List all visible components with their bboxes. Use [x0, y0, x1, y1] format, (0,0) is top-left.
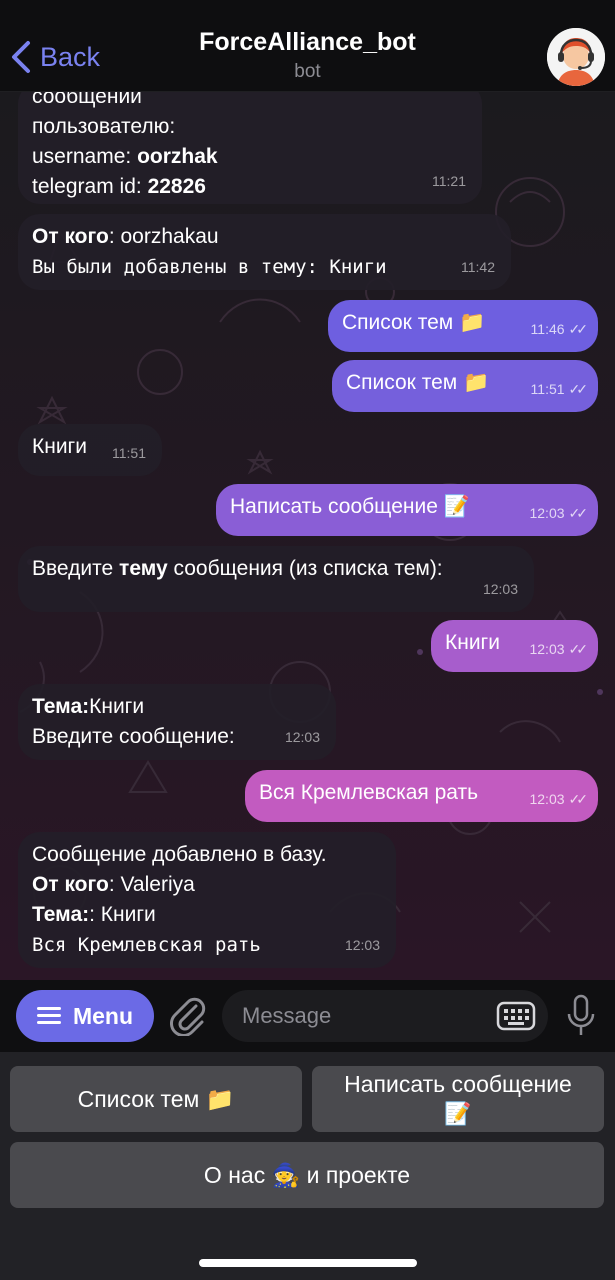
- message-time: 11:46 ✓✓: [530, 321, 589, 337]
- double-check-icon: ✓✓: [568, 381, 589, 397]
- chat-title: ForceAlliance_bot: [199, 28, 416, 56]
- message-time: 12:03 ✓✓: [529, 505, 589, 521]
- button-label: О нас 🧙 и проекте: [203, 1162, 411, 1188]
- memo-icon: 📝: [444, 1101, 472, 1126]
- message-placeholder: Message: [242, 1003, 332, 1028]
- message-time: 12:03: [482, 581, 518, 597]
- incoming-message[interactable]: Сообщение добавлено в базу. От кого: Val…: [18, 832, 396, 968]
- chat-title-block[interactable]: ForceAlliance_bot bot: [0, 28, 615, 83]
- message-time: 11:21: [432, 173, 466, 189]
- message-time: 12:03 ✓✓: [529, 791, 589, 807]
- home-indicator: [199, 1259, 417, 1267]
- incoming-message[interactable]: Введите тему сообщения (из списка тем): …: [18, 546, 534, 612]
- double-check-icon: ✓✓: [568, 505, 589, 521]
- outgoing-message[interactable]: Список тем 📁 11:51 ✓✓: [332, 360, 598, 412]
- keyboard-button-write-message[interactable]: Написать сообщение 📝: [312, 1066, 604, 1132]
- message-time: 11:51: [112, 445, 146, 461]
- outgoing-message[interactable]: Написать сообщение 📝 12:03 ✓✓: [216, 484, 598, 536]
- message-time: 12:03: [284, 729, 320, 745]
- input-bar: Menu Message: [0, 980, 615, 1052]
- incoming-message[interactable]: От кого: oorzhakau Вы были добавлены в т…: [18, 214, 511, 290]
- incoming-message[interactable]: Книги 11:51: [18, 424, 162, 476]
- outgoing-message[interactable]: Вся Кремлевская рать 12:03 ✓✓: [245, 770, 598, 822]
- message-list[interactable]: сообщении пользователю: username: oorzha…: [0, 92, 615, 980]
- keyboard-button-topic-list[interactable]: Список тем 📁: [10, 1066, 302, 1132]
- message-line: Тема:: Книги: [32, 903, 156, 926]
- message-line: Введите сообщение:: [32, 725, 235, 748]
- message-line: Тема:Книги: [32, 695, 145, 718]
- microphone-icon[interactable]: [566, 994, 596, 1038]
- double-check-icon: ✓✓: [568, 641, 589, 657]
- message-line: От кого: oorzhakau: [32, 225, 219, 248]
- message-time: 12:03: [344, 937, 380, 953]
- double-check-icon: ✓✓: [568, 321, 589, 337]
- message-line: Сообщение добавлено в базу.: [32, 843, 327, 866]
- outgoing-message[interactable]: Список тем 📁 11:46 ✓✓: [328, 300, 598, 352]
- message-time: 11:51 ✓✓: [530, 381, 589, 397]
- message-line: Вся Кремлевская рать: [32, 934, 261, 956]
- message-text: Список тем 📁: [346, 371, 490, 394]
- incoming-message[interactable]: сообщении пользователю: username: oorzha…: [18, 92, 482, 204]
- bot-avatar[interactable]: [547, 28, 605, 86]
- message-text: Вся Кремлевская рать: [259, 781, 479, 804]
- message-line: От кого: Valeriya: [32, 873, 195, 896]
- message-text: Книги: [32, 435, 87, 458]
- menu-label: Menu: [72, 1002, 134, 1029]
- message-line: пользователю:: [32, 115, 176, 138]
- keyboard-button-about[interactable]: О нас 🧙 и проекте: [10, 1142, 604, 1208]
- message-input[interactable]: Message: [222, 990, 548, 1042]
- message-text: Написать сообщение 📝: [230, 495, 470, 518]
- chat-header: Back ForceAlliance_bot bot: [0, 0, 615, 92]
- message-line: Вы были добавлены в тему: Книги: [32, 256, 387, 278]
- keyboard-toggle-icon[interactable]: [496, 1001, 536, 1031]
- message-line: сообщении: [32, 92, 142, 108]
- message-line: username: oorzhak: [32, 145, 218, 168]
- chat-subtitle: bot: [294, 61, 321, 82]
- message-time: 12:03 ✓✓: [529, 641, 589, 657]
- message-line: Введите тему сообщения (из списка тем):: [32, 557, 443, 580]
- button-label: Список тем 📁: [77, 1086, 235, 1112]
- button-label: Написать сообщение: [344, 1071, 572, 1097]
- hamburger-icon: [36, 1007, 61, 1025]
- bot-reply-keyboard: Список тем 📁 Написать сообщение 📝 О нас …: [0, 1052, 615, 1280]
- double-check-icon: ✓✓: [568, 791, 589, 807]
- message-text: Список тем 📁: [342, 311, 486, 334]
- support-agent-avatar-icon: [547, 28, 605, 86]
- incoming-message[interactable]: Тема:Книги Введите сообщение: 12:03: [18, 684, 336, 760]
- menu-button[interactable]: Menu: [16, 990, 154, 1042]
- message-time: 11:42: [461, 259, 495, 275]
- outgoing-message[interactable]: Книги 12:03 ✓✓: [431, 620, 598, 672]
- paperclip-icon[interactable]: [170, 996, 206, 1036]
- message-line: telegram id: 22826: [32, 175, 206, 198]
- message-text: Книги: [445, 631, 500, 654]
